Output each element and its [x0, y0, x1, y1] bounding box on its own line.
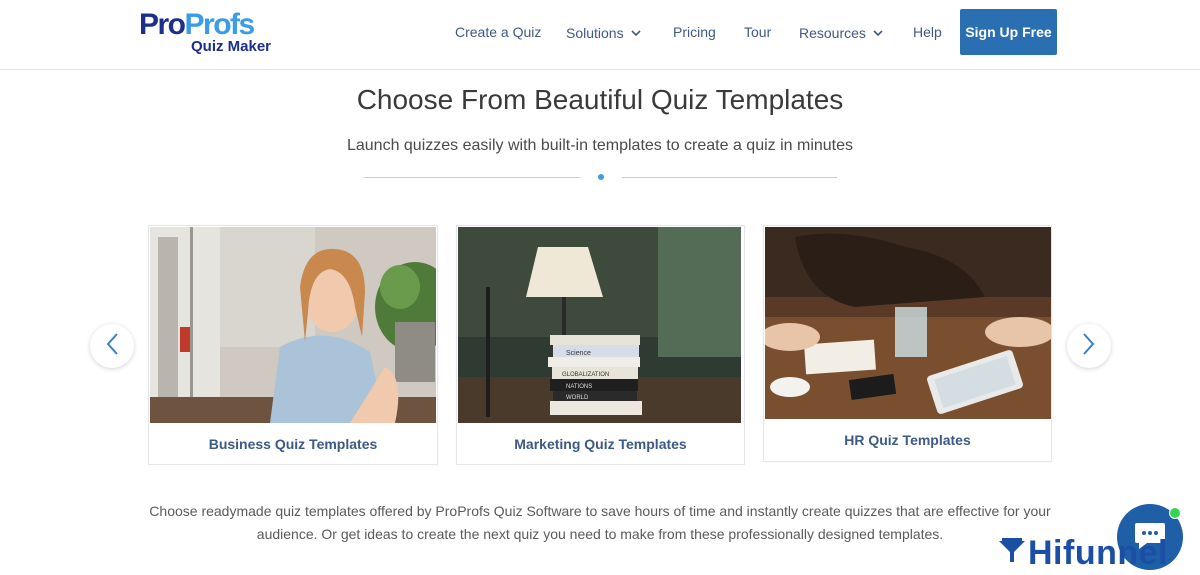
divider-line-left: [364, 177, 580, 178]
nav-solutions[interactable]: Solutions: [566, 24, 641, 41]
woman-smiling-photo: [150, 227, 436, 423]
nav-tour[interactable]: Tour: [744, 24, 771, 40]
templates-description: Choose readymade quiz templates offered …: [140, 500, 1060, 546]
nav-help[interactable]: Help: [913, 24, 942, 40]
logo-product-name: Quiz Maker: [191, 38, 272, 55]
site-header: ProProfs Quiz Maker Create a Quiz Soluti…: [0, 0, 1200, 70]
proprofs-logo[interactable]: ProProfs Quiz Maker: [139, 9, 284, 57]
desk-meeting-photo: [765, 227, 1051, 419]
chevron-down-icon: [873, 24, 883, 40]
chevron-down-icon: [631, 24, 641, 40]
divider-dot: [598, 174, 604, 180]
card-label: Marketing Quiz Templates: [514, 436, 687, 452]
hifunnel-wordmark: Hifunnel: [1028, 534, 1168, 572]
card-label: Business Quiz Templates: [208, 436, 378, 452]
online-status-dot: [1169, 507, 1181, 519]
book-spine-globalization: GLOBALIZATION: [562, 372, 609, 378]
book-spine-world: WORLD: [566, 395, 589, 401]
book-spine-science: Science: [566, 350, 591, 357]
description-line-2: audience. Or get ideas to create the nex…: [256, 526, 944, 542]
sign-up-free-button[interactable]: Sign Up Free: [960, 9, 1057, 55]
page-subtitle: Launch quizzes easily with built-in temp…: [346, 137, 854, 154]
nav-pricing[interactable]: Pricing: [673, 24, 716, 40]
chevron-right-icon: [1082, 332, 1096, 361]
book-spine-nations: NATIONS: [566, 384, 592, 390]
divider-line-right: [622, 177, 837, 178]
description-line-1: Choose readymade quiz templates offered …: [149, 503, 1051, 519]
nav-create-a-quiz[interactable]: Create a Quiz: [455, 24, 541, 40]
card-label: HR Quiz Templates: [844, 432, 971, 448]
carousel-next-button[interactable]: [1067, 324, 1111, 368]
hifunnel-badge[interactable]: Hifunnel: [998, 533, 1168, 573]
chevron-left-icon: [105, 332, 119, 361]
nav-resources[interactable]: Resources: [799, 24, 883, 41]
template-card-hr[interactable]: HR Quiz Templates: [763, 225, 1052, 462]
template-card-business[interactable]: Business Quiz Templates: [148, 225, 438, 465]
carousel-prev-button[interactable]: [90, 324, 134, 368]
template-card-marketing[interactable]: Science GLOBALIZATION NATIONS WORLD Mark…: [456, 225, 745, 465]
funnel-icon: [998, 537, 1026, 569]
logo-wordmark: ProProfs: [139, 8, 255, 41]
books-and-lamp-photo: Science GLOBALIZATION NATIONS WORLD: [458, 227, 741, 423]
page-title: Choose From Beautiful Quiz Templates: [356, 84, 844, 115]
